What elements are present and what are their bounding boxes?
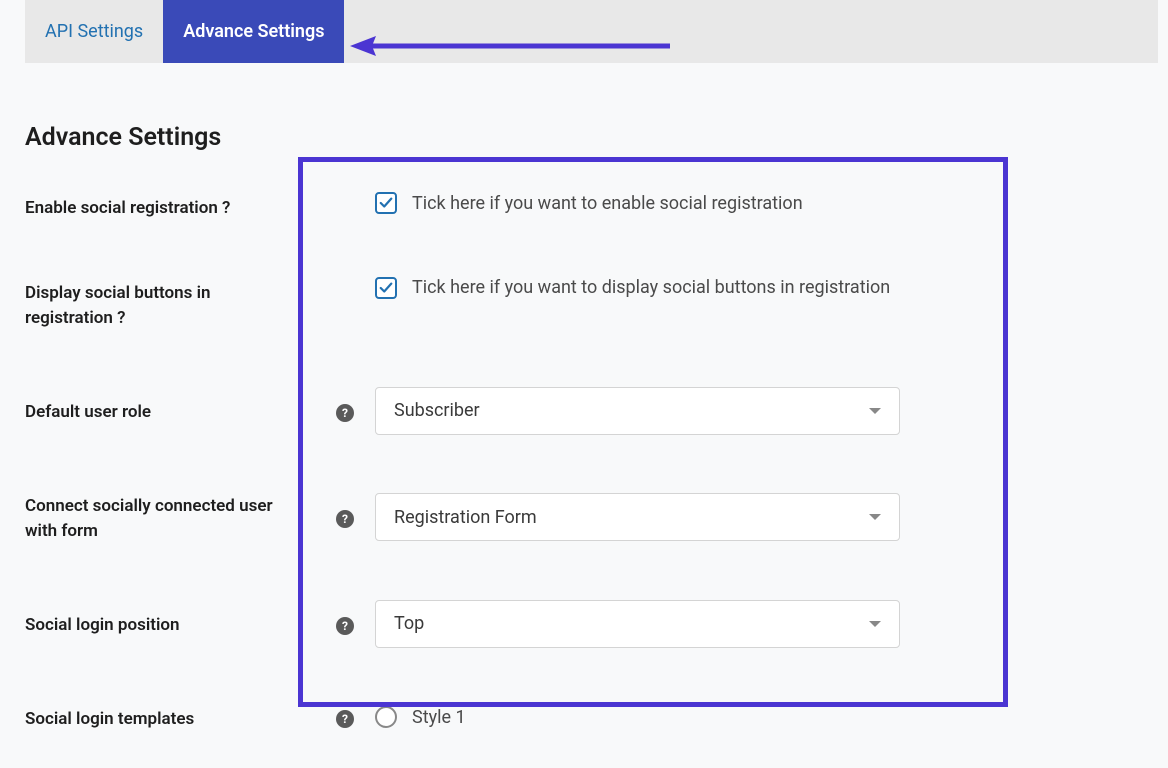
select-connect-socially[interactable]: Registration Form xyxy=(375,493,900,541)
label-social-login-templates: Social login templates xyxy=(25,703,315,733)
control-col: Tick here if you want to display social … xyxy=(375,277,1143,299)
help-col: ? xyxy=(315,506,375,528)
row-enable-social-registration: Enable social registration ? Tick here i… xyxy=(25,192,1143,222)
row-social-login-position: Social login position ? Top xyxy=(25,600,1143,648)
select-value: Registration Form xyxy=(394,507,537,528)
label-connect-socially: Connect socially connected user with for… xyxy=(25,490,315,545)
control-col: Tick here if you want to enable social r… xyxy=(375,192,1143,214)
checkbox-wrap: Tick here if you want to enable social r… xyxy=(375,192,803,214)
row-social-login-templates: Social login templates ? Style 1 xyxy=(25,703,1143,733)
select-value: Top xyxy=(394,613,424,634)
label-display-social-buttons: Display social buttons in registration ? xyxy=(25,277,315,332)
form-table: Enable social registration ? Tick here i… xyxy=(25,192,1143,732)
select-value: Subscriber xyxy=(394,400,480,421)
chevron-down-icon xyxy=(869,514,881,520)
tab-api-settings[interactable]: API Settings xyxy=(25,0,163,63)
row-display-social-buttons: Display social buttons in registration ?… xyxy=(25,277,1143,332)
checkbox-wrap: Tick here if you want to display social … xyxy=(375,277,890,299)
label-default-user-role: Default user role xyxy=(25,396,315,426)
select-social-login-position[interactable]: Top xyxy=(375,600,900,648)
help-icon[interactable]: ? xyxy=(336,710,354,728)
control-col: Subscriber xyxy=(375,387,1143,435)
radio-wrap: Style 1 xyxy=(375,706,466,728)
label-enable-social-registration: Enable social registration ? xyxy=(25,192,315,222)
help-col: ? xyxy=(315,613,375,635)
select-default-user-role[interactable]: Subscriber xyxy=(375,387,900,435)
page-title: Advance Settings xyxy=(25,123,1143,152)
checkbox-display-social-buttons[interactable] xyxy=(375,277,397,299)
content-area: Advance Settings Enable social registrat… xyxy=(0,63,1168,732)
control-col: Style 1 xyxy=(375,706,1143,728)
tab-advance-settings[interactable]: Advance Settings xyxy=(163,0,344,63)
checkbox-label: Tick here if you want to display social … xyxy=(412,277,890,298)
check-icon xyxy=(379,196,393,210)
control-col: Registration Form xyxy=(375,493,1143,541)
label-social-login-position: Social login position xyxy=(25,609,315,639)
control-col: Top xyxy=(375,600,1143,648)
row-default-user-role: Default user role ? Subscriber xyxy=(25,387,1143,435)
radio-style-1[interactable] xyxy=(375,706,397,728)
help-col: ? xyxy=(315,706,375,728)
help-icon[interactable]: ? xyxy=(336,617,354,635)
check-icon xyxy=(379,281,393,295)
tab-bar: API Settings Advance Settings xyxy=(25,0,1158,63)
radio-label: Style 1 xyxy=(412,707,466,728)
chevron-down-icon xyxy=(869,408,881,414)
chevron-down-icon xyxy=(869,621,881,627)
checkbox-enable-social-registration[interactable] xyxy=(375,192,397,214)
help-icon[interactable]: ? xyxy=(336,404,354,422)
row-connect-socially: Connect socially connected user with for… xyxy=(25,490,1143,545)
checkbox-label: Tick here if you want to enable social r… xyxy=(412,193,803,214)
help-col: ? xyxy=(315,400,375,422)
help-col xyxy=(315,277,375,281)
help-col xyxy=(315,192,375,196)
help-icon[interactable]: ? xyxy=(336,510,354,528)
